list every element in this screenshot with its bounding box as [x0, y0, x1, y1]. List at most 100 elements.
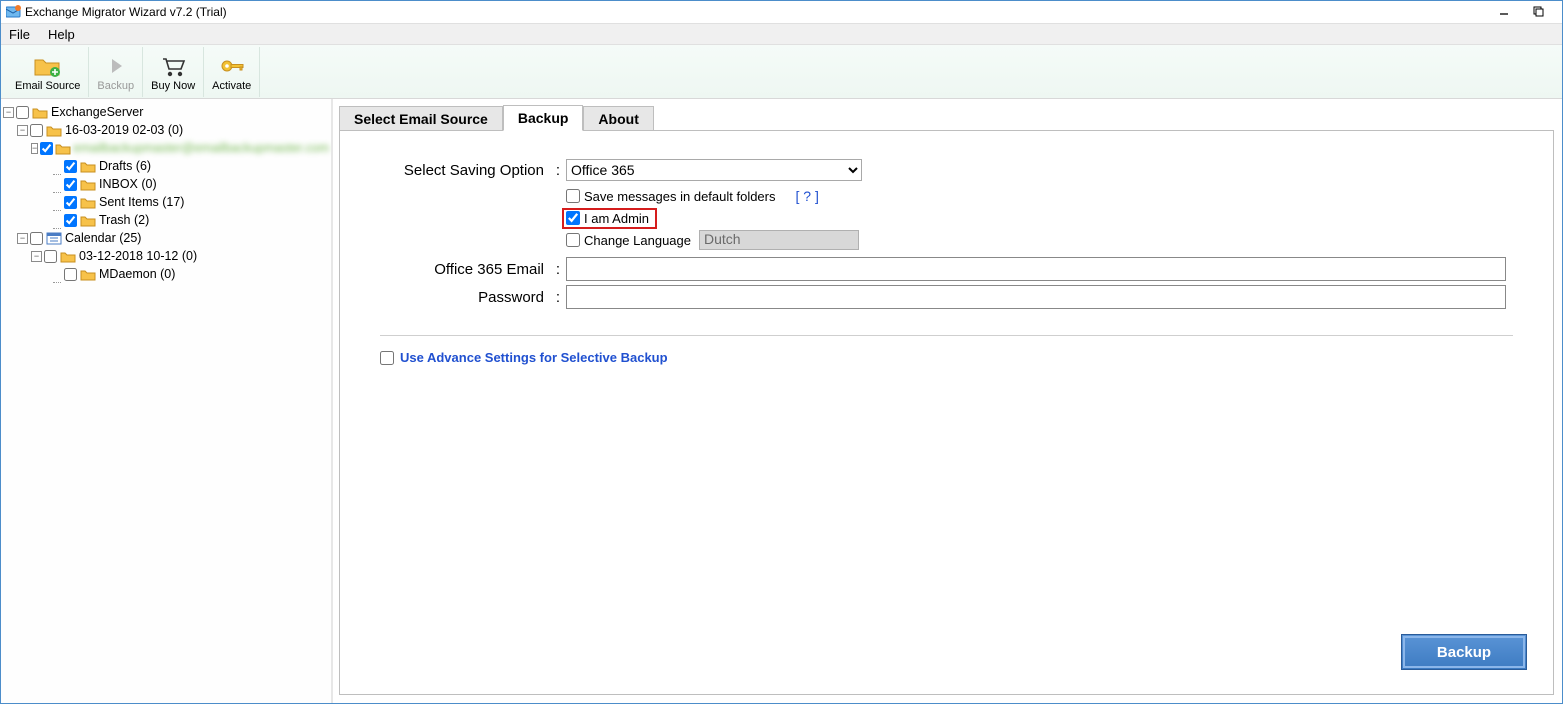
tree-checkbox[interactable] [44, 250, 57, 263]
collapse-icon[interactable]: − [31, 251, 42, 262]
checkbox-change-language[interactable] [566, 233, 580, 247]
tree-checkbox[interactable] [64, 160, 77, 173]
tree-label: emailbackupmaster@emailbackupmaster.com [73, 141, 329, 155]
folder-icon [79, 159, 97, 173]
separator [380, 335, 1513, 336]
input-password[interactable] [566, 285, 1506, 309]
label-i-am-admin: I am Admin [584, 211, 649, 226]
play-icon [104, 52, 128, 80]
tool-backup[interactable]: Backup [89, 47, 143, 97]
collapse-icon[interactable]: − [31, 143, 38, 154]
checkbox-save-default[interactable] [566, 189, 580, 203]
tree-node-inbox[interactable]: INBOX (0) [3, 175, 329, 193]
tree-label: MDaemon (0) [99, 267, 175, 281]
help-link[interactable]: [ ? ] [796, 188, 819, 204]
tree-checkbox[interactable] [64, 268, 77, 281]
folder-icon [79, 267, 97, 281]
tree-label: INBOX (0) [99, 177, 157, 191]
cart-icon [159, 52, 187, 80]
tree-panel: − ExchangeServer − 16-03-2019 02-03 (0) … [1, 99, 333, 703]
folder-add-icon [33, 52, 63, 80]
label-saving-option: Select Saving Option [380, 162, 550, 179]
tool-label: Activate [212, 80, 251, 92]
tab-select-source[interactable]: Select Email Source [339, 106, 503, 131]
tree-label: 03-12-2018 10-12 (0) [79, 249, 197, 263]
title-bar: Exchange Migrator Wizard v7.2 (Trial) [1, 1, 1562, 23]
tab-strip: Select Email Source Backup About [339, 105, 1562, 131]
collapse-icon[interactable]: − [17, 233, 28, 244]
folder-icon [79, 177, 97, 191]
calendar-icon [45, 231, 63, 245]
row-i-am-admin: I am Admin [562, 207, 1513, 229]
tree-label: Trash (2) [99, 213, 149, 227]
tree-node-sent[interactable]: Sent Items (17) [3, 193, 329, 211]
collapse-icon[interactable]: − [17, 125, 28, 136]
app-icon [5, 5, 23, 19]
folder-icon [45, 123, 63, 137]
tree-label: ExchangeServer [51, 105, 143, 119]
tree-node[interactable]: − 16-03-2019 02-03 (0) [3, 121, 329, 139]
select-language[interactable]: Dutch [699, 230, 859, 250]
menu-file[interactable]: File [9, 27, 30, 42]
tree-checkbox[interactable] [30, 232, 43, 245]
row-advance-settings: Use Advance Settings for Selective Backu… [380, 350, 1513, 365]
tree-node-root[interactable]: − ExchangeServer [3, 103, 329, 121]
row-save-default: Save messages in default folders [ ? ] [566, 185, 1513, 207]
tree-label: Calendar (25) [65, 231, 141, 245]
tree-label: Sent Items (17) [99, 195, 184, 209]
tree-checkbox[interactable] [64, 214, 77, 227]
checkbox-advance-settings[interactable] [380, 351, 394, 365]
label-password: Password [380, 289, 550, 306]
content-panel: Select Email Source Backup About Select … [333, 99, 1562, 703]
tree-checkbox[interactable] [64, 196, 77, 209]
row-saving-option: Select Saving Option : Office 365 [380, 159, 1513, 181]
folder-icon [79, 195, 97, 209]
menu-bar: File Help [1, 23, 1562, 45]
key-icon [218, 52, 246, 80]
tool-label: Buy Now [151, 80, 195, 92]
toolbar: Email Source Backup Buy Now Activate [1, 45, 1562, 99]
tool-label: Backup [97, 80, 134, 92]
folder-icon [59, 249, 77, 263]
folder-icon [79, 213, 97, 227]
select-saving-option[interactable]: Office 365 [566, 159, 862, 181]
tree-node-trash[interactable]: Trash (2) [3, 211, 329, 229]
tree-node-drafts[interactable]: Drafts (6) [3, 157, 329, 175]
tree-node-mdaemon[interactable]: MDaemon (0) [3, 265, 329, 283]
tree-checkbox[interactable] [40, 142, 53, 155]
label-save-default: Save messages in default folders [584, 189, 776, 204]
row-email: Office 365 Email : [380, 257, 1513, 281]
highlight-admin: I am Admin [562, 208, 657, 229]
label-change-language: Change Language [584, 233, 691, 248]
tree-label: Drafts (6) [99, 159, 151, 173]
backup-button[interactable]: Backup [1401, 634, 1527, 670]
tab-body: Select Saving Option : Office 365 Save m… [339, 130, 1554, 695]
input-email[interactable] [566, 257, 1506, 281]
tree-node-calendar[interactable]: − Calendar (25) [3, 229, 329, 247]
tree-node[interactable]: − 03-12-2018 10-12 (0) [3, 247, 329, 265]
label-email: Office 365 Email [380, 261, 550, 278]
row-change-language: Change Language Dutch [566, 229, 1513, 251]
label-advance-settings: Use Advance Settings for Selective Backu… [400, 350, 668, 365]
tool-activate[interactable]: Activate [204, 47, 260, 97]
checkbox-i-am-admin[interactable] [566, 211, 580, 225]
main-split: − ExchangeServer − 16-03-2019 02-03 (0) … [1, 99, 1562, 703]
tool-email-source[interactable]: Email Source [7, 47, 89, 97]
tree-checkbox[interactable] [30, 124, 43, 137]
tab-backup[interactable]: Backup [503, 105, 584, 131]
menu-help[interactable]: Help [48, 27, 75, 42]
tree-checkbox[interactable] [64, 178, 77, 191]
row-password: Password : [380, 285, 1513, 309]
folder-icon [31, 105, 49, 119]
window-title: Exchange Migrator Wizard v7.2 (Trial) [25, 5, 227, 19]
tree-node[interactable]: − emailbackupmaster@emailbackupmaster.co… [3, 139, 329, 157]
tree-label: 16-03-2019 02-03 (0) [65, 123, 183, 137]
tree-checkbox[interactable] [16, 106, 29, 119]
tool-buy-now[interactable]: Buy Now [143, 47, 204, 97]
minimize-button[interactable] [1498, 6, 1512, 18]
collapse-icon[interactable]: − [3, 107, 14, 118]
tab-about[interactable]: About [583, 106, 653, 131]
tool-label: Email Source [15, 80, 80, 92]
maximize-button[interactable] [1532, 6, 1546, 18]
folder-icon [55, 141, 71, 155]
